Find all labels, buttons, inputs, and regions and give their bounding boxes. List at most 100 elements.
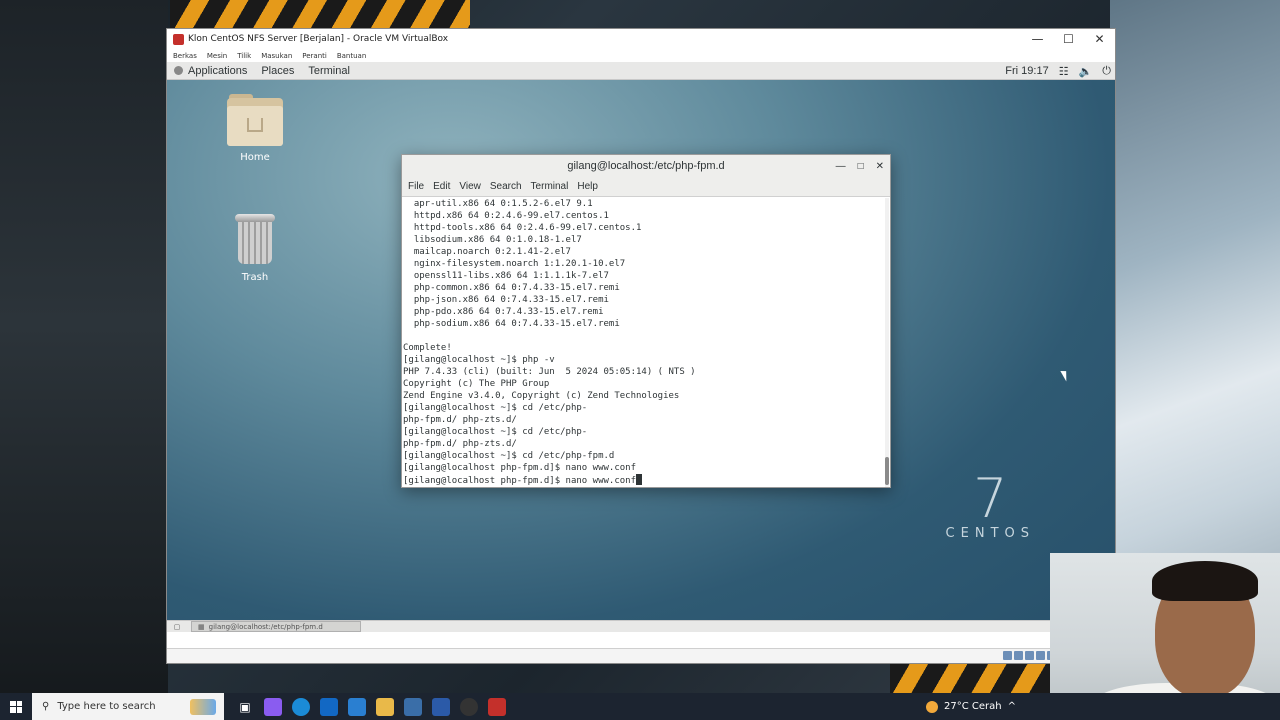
terminal-menu-view[interactable]: View (459, 181, 481, 192)
host-wallpaper-stripes-bottom (890, 662, 1050, 694)
show-desktop-button[interactable]: ▢ (167, 622, 187, 632)
terminal-title: gilang@localhost:/etc/php-fpm.d (567, 160, 725, 172)
centos-wordmark: CENTOS (945, 526, 1035, 541)
virtualbox-app-icon[interactable] (404, 697, 422, 716)
close-button[interactable]: ✕ (1084, 29, 1115, 49)
virtualbox-titlebar[interactable]: Klon CentOS NFS Server [Berjalan] - Orac… (167, 29, 1115, 49)
terminal-line: Copyright (c) The PHP Group (403, 379, 550, 389)
terminal-output[interactable]: apr-util.x86 64 0:1.5.2-6.el7 9.1 httpd.… (402, 198, 884, 487)
volume-icon[interactable]: 🔈 (1079, 65, 1093, 78)
terminal-line: libsodium.x86 64 0:1.0.18-1.el7 (403, 235, 582, 245)
desktop-icon-label: Home (240, 152, 270, 163)
windows-taskbar: ⚲ Type here to search ▣ 27°C Cerah ^ (0, 693, 1280, 720)
gnome-top-bar: Applications Places Terminal Fri 19:17 ☷… (167, 62, 1115, 80)
terminal-line: php-pdo.x86 64 0:7.4.33-15.el7.remi (403, 307, 604, 317)
terminal-maximize-button[interactable]: □ (858, 161, 864, 172)
menu-masukan[interactable]: Masukan (261, 52, 292, 60)
trash-icon (235, 214, 275, 264)
places-menu[interactable]: Places (254, 65, 301, 77)
terminal-line: php-json.x86 64 0:7.4.33-15.el7.remi (403, 295, 609, 305)
terminal-scrollbar[interactable] (885, 198, 889, 487)
active-app-icon[interactable] (488, 697, 506, 716)
terminal-line: openssl11-libs.x86 64 1:1.1.1k-7.el7 (403, 271, 609, 281)
obs-icon[interactable] (460, 697, 478, 716)
terminal-task-icon: ▦ (198, 622, 205, 631)
clock[interactable]: Fri 19:17 (1005, 65, 1048, 77)
terminal-menu-edit[interactable]: Edit (433, 181, 450, 192)
terminal-line: Zend Engine v3.4.0, Copyright (c) Zend T… (403, 391, 680, 401)
vscode-icon[interactable] (348, 697, 366, 716)
terminal-window[interactable]: gilang@localhost:/etc/php-fpm.d — □ ✕ Fi… (401, 154, 891, 488)
terminal-line: [gilang@localhost ~]$ cd /etc/php- (403, 403, 588, 413)
start-button[interactable] (0, 693, 32, 720)
centos-branding: 7 CENTOS (945, 467, 1035, 542)
menu-bantuan[interactable]: Bantuan (337, 52, 366, 60)
menu-berkas[interactable]: Berkas (173, 52, 197, 60)
taskbar-terminal-button[interactable]: ▦ gilang@localhost:/etc/php-fpm.d (191, 621, 361, 632)
virtualbox-statusbar (167, 648, 1115, 663)
search-icon: ⚲ (42, 701, 50, 712)
terminal-prompt-text: [gilang@localhost php-fpm.d]$ nano www.c… (403, 476, 636, 486)
tray-overflow-icon[interactable]: ^ (1008, 701, 1016, 712)
maximize-button[interactable]: ☐ (1053, 29, 1084, 49)
applications-menu[interactable]: Applications (167, 65, 254, 77)
taskbar-search[interactable]: ⚲ Type here to search (32, 693, 224, 720)
desktop-icon-trash[interactable]: Trash (220, 214, 290, 283)
terminal-line: apr-util.x86 64 0:1.5.2-6.el7 9.1 (403, 199, 593, 209)
copilot-icon[interactable] (264, 697, 282, 716)
terminal-titlebar[interactable]: gilang@localhost:/etc/php-fpm.d — □ ✕ (402, 155, 890, 177)
optical-icon[interactable] (1014, 651, 1023, 660)
network-icon[interactable]: ☷ (1059, 65, 1069, 78)
centos-version: 7 (973, 467, 1008, 530)
applications-icon (174, 66, 183, 75)
virtualbox-menubar: Berkas Mesin Tilik Masukan Peranti Bantu… (167, 49, 1115, 62)
home-folder-icon (227, 94, 283, 146)
word-icon[interactable] (432, 697, 450, 716)
desktop-icon-label: Trash (241, 272, 269, 283)
terminal-line: [gilang@localhost ~]$ cd /etc/php-fpm.d (403, 451, 615, 461)
terminal-line: php-common.x86 64 0:7.4.33-15.el7.remi (403, 283, 620, 293)
terminal-line: mailcap.noarch 0:2.1.41-2.el7 (403, 247, 571, 257)
hdd-icon[interactable] (1003, 651, 1012, 660)
virtualbox-icon (173, 33, 184, 45)
terminal-prompt-line[interactable]: [gilang@localhost php-fpm.d]$ nano www.c… (403, 474, 883, 487)
terminal-menu-search[interactable]: Search (490, 181, 522, 192)
terminal-line: PHP 7.4.33 (cli) (built: Jun 5 2024 05:0… (403, 367, 696, 377)
terminal-menu-help[interactable]: Help (577, 181, 598, 192)
menu-mesin[interactable]: Mesin (207, 52, 227, 60)
terminal-menubar: File Edit View Search Terminal Help (402, 177, 890, 197)
weather-icon[interactable] (926, 700, 938, 713)
task-view-icon[interactable]: ▣ (236, 698, 254, 716)
terminal-line: [gilang@localhost php-fpm.d]$ nano www.c… (403, 463, 636, 473)
terminal-cursor (636, 474, 642, 485)
applications-label: Applications (188, 64, 248, 77)
terminal-close-button[interactable]: ✕ (876, 161, 884, 172)
minimize-button[interactable]: — (1022, 29, 1053, 49)
terminal-line: httpd.x86 64 0:2.4.6-99.el7.centos.1 (403, 211, 609, 221)
terminal-line: [gilang@localhost ~]$ php -v (403, 355, 555, 365)
terminal-line: [gilang@localhost ~]$ cd /etc/php- (403, 427, 588, 437)
host-wallpaper-left (0, 0, 168, 720)
power-icon[interactable]: ⏻ (1102, 65, 1111, 78)
terminal-minimize-button[interactable]: — (836, 161, 846, 172)
host-wallpaper-stripes (170, 0, 470, 28)
edge-icon[interactable] (292, 697, 310, 716)
virtualbox-window: Klon CentOS NFS Server [Berjalan] - Orac… (166, 28, 1116, 664)
menu-peranti[interactable]: Peranti (302, 52, 327, 60)
gnome-bottom-panel: ▢ ▦ gilang@localhost:/etc/php-fpm.d (167, 620, 1115, 632)
audio-icon[interactable] (1025, 651, 1034, 660)
terminal-menu-terminal[interactable]: Terminal (531, 181, 569, 192)
outlook-icon[interactable] (320, 697, 338, 716)
weather-text[interactable]: 27°C Cerah (944, 701, 1002, 712)
terminal-line: httpd-tools.x86 64 0:2.4.6-99.el7.centos… (403, 223, 642, 233)
desktop-icon-home[interactable]: Home (220, 94, 290, 163)
guest-desktop: Applications Places Terminal Fri 19:17 ☷… (167, 62, 1115, 632)
terminal-menu-file[interactable]: File (408, 181, 424, 192)
terminal-task-label: gilang@localhost:/etc/php-fpm.d (208, 622, 323, 631)
terminal-app-menu[interactable]: Terminal (301, 65, 357, 77)
network-adapter-icon[interactable] (1036, 651, 1045, 660)
menu-tilik[interactable]: Tilik (237, 52, 251, 60)
terminal-line: php-sodium.x86 64 0:7.4.33-15.el7.remi (403, 319, 620, 329)
file-explorer-icon[interactable] (376, 697, 394, 716)
